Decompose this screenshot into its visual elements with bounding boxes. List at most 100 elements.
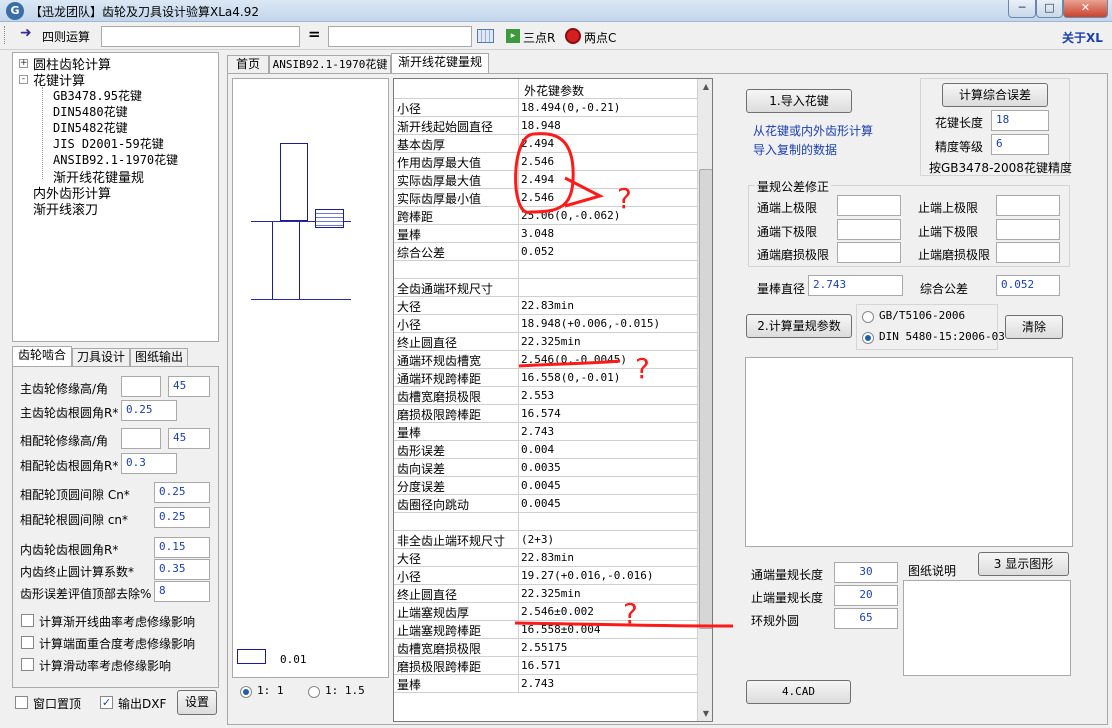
tree-item-din5480[interactable]: DIN5480花键 — [53, 103, 128, 120]
main-tip-mod-height-input[interactable] — [121, 376, 161, 397]
calc-result-input[interactable] — [328, 26, 472, 47]
grade-input[interactable]: 6 — [991, 134, 1049, 155]
go-length-input[interactable]: 30 — [834, 562, 898, 583]
import-spline-button[interactable]: 1.导入花键 — [746, 89, 852, 113]
nogo-upper-input[interactable] — [996, 195, 1060, 216]
mate-tip-mod-height-input[interactable] — [121, 428, 161, 449]
std-gb-radio[interactable] — [862, 311, 874, 323]
grid-row-key: 量棒 — [397, 426, 422, 440]
check-curvature[interactable] — [21, 614, 34, 627]
center-line-lower — [251, 299, 351, 300]
tree-item-jis[interactable]: JIS D2001-59花键 — [53, 135, 164, 152]
mate-tip-mod-angle-input[interactable]: 45 — [168, 428, 210, 449]
nogo-lower-label: 止端下极限 — [918, 225, 979, 239]
std-din-label: DIN 5480-15:2006-03 — [879, 330, 1005, 343]
grid-row-value[interactable]: 18.494(0,-0.21) — [521, 101, 620, 114]
tab-drawing-output[interactable]: 图纸输出 — [130, 348, 188, 367]
grid-row-key: 大径 — [397, 300, 422, 314]
grid-row[interactable]: 量棒 2.743 — [394, 675, 712, 693]
tree-item-hob[interactable]: 渐开线滚刀 — [33, 199, 98, 218]
tip-clearance-label: 相配轮顶圆间隙 Cn* — [20, 488, 130, 502]
check-window-top[interactable] — [15, 696, 28, 709]
about-link[interactable]: 关于XL — [1062, 29, 1103, 46]
grid-row[interactable]: 齿槽宽磨损极限 2.55175 — [394, 639, 712, 657]
tab-ansi[interactable]: ANSIB92.1-1970花键 — [269, 55, 391, 74]
calc-expression-input[interactable] — [101, 26, 300, 47]
internal-root-r-input[interactable]: 0.15 — [154, 537, 210, 558]
drawing-note-textarea[interactable] — [903, 580, 1071, 676]
gauge-tooth-upper — [280, 143, 308, 221]
grid-row-key: 止端塞规齿厚 — [397, 606, 470, 620]
tab-tool-design[interactable]: 刀具设计 — [72, 348, 130, 367]
settings-button[interactable]: 设置 — [177, 690, 217, 715]
grid-row-value[interactable]: 2.743 — [521, 677, 554, 690]
pin-diameter-input[interactable]: 2.743 — [808, 275, 903, 296]
nogo-wear-input[interactable] — [996, 242, 1060, 263]
check-export-dxf[interactable]: ✓ — [100, 696, 113, 709]
check-slide-rate[interactable] — [21, 658, 34, 671]
grid-row-key: 通端环规跨棒距 — [397, 372, 482, 386]
ring-od-label: 环规外圆 — [751, 614, 800, 628]
tab-gear-mesh[interactable]: 齿轮啮合 — [12, 346, 72, 367]
spline-length-input[interactable]: 18 — [991, 110, 1049, 131]
tree-item-din5482[interactable]: DIN5482花键 — [53, 119, 128, 136]
clear-button[interactable]: 清除 — [1005, 315, 1063, 339]
root-clearance-input[interactable]: 0.25 — [154, 507, 210, 528]
check-contact-ratio[interactable] — [21, 636, 34, 649]
three-point-button[interactable]: 三点R — [523, 29, 555, 46]
grid-row-key: 小径 — [397, 570, 422, 584]
ratio-1-label: 1: 1 — [257, 684, 284, 697]
three-point-icon[interactable]: ▸ — [506, 29, 520, 43]
gauge-tooth-lower — [272, 221, 300, 300]
tree-item-gb3478[interactable]: GB3478.95花键 — [53, 87, 142, 104]
std-din-radio[interactable] — [862, 332, 874, 344]
scroll-down-icon[interactable]: ▼ — [699, 706, 712, 721]
result-textarea[interactable] — [745, 357, 1073, 547]
calc-gauge-button[interactable]: 2.计算量规参数 — [746, 314, 852, 338]
nogo-length-input[interactable]: 20 — [834, 585, 898, 606]
ratio-1-5-radio[interactable] — [308, 686, 320, 698]
two-point-button[interactable]: 两点C — [584, 29, 616, 46]
grid-row-key: 小径 — [397, 102, 422, 116]
question-mark-2: ? — [635, 352, 650, 385]
scroll-up-icon[interactable]: ▲ — [699, 79, 712, 95]
two-point-icon[interactable] — [565, 28, 581, 44]
tip-clearance-input[interactable]: 0.25 — [154, 482, 210, 503]
tab-home[interactable]: 首页 — [227, 55, 269, 74]
collapse-toggle[interactable]: - — [19, 75, 28, 84]
ring-od-input[interactable]: 65 — [834, 608, 898, 629]
toolbar-grip — [4, 26, 8, 44]
tree-item-ansi[interactable]: ANSIB92.1-1970花键 — [53, 151, 178, 168]
grid-row[interactable]: 小径 18.494(0,-0.21) — [394, 99, 712, 117]
main-tip-mod-angle-input[interactable]: 45 — [168, 376, 210, 397]
go-wear-input[interactable] — [837, 242, 901, 263]
maximize-button[interactable]: □ — [1036, 0, 1063, 18]
go-upper-input[interactable] — [837, 195, 901, 216]
ratio-1-radio[interactable] — [240, 686, 252, 698]
show-figure-button[interactable]: 3 显示图形 — [978, 552, 1069, 576]
error-removal-input[interactable]: 8 — [154, 581, 210, 602]
nogo-lower-input[interactable] — [996, 219, 1060, 240]
total-tol-input[interactable]: 0.052 — [996, 275, 1060, 296]
grid-row-key: 齿槽宽磨损极限 — [397, 642, 482, 656]
cad-button[interactable]: 4.CAD — [746, 680, 851, 704]
grid-row-value[interactable]: 16.571 — [521, 659, 561, 672]
grid-row-key: 量棒 — [397, 228, 422, 242]
grid-row-key: 终止圆直径 — [397, 588, 458, 602]
minimize-button[interactable]: ─ — [1008, 0, 1036, 18]
import-hint-2: 导入复制的数据 — [753, 143, 838, 157]
expand-toggle[interactable]: + — [19, 59, 28, 68]
grid-row-value[interactable]: 2.55175 — [521, 641, 567, 654]
go-lower-input[interactable] — [837, 219, 901, 240]
grid-row[interactable]: 磨损极限跨棒距 16.571 — [394, 657, 712, 675]
function-tree[interactable]: + 圆柱齿轮计算 - 花键计算 GB3478.95花键 DIN5480花键 DI… — [12, 52, 219, 342]
calculator-icon[interactable] — [477, 29, 494, 43]
internal-end-coef-input[interactable]: 0.35 — [154, 559, 210, 580]
main-root-r-input[interactable]: 0.25 — [121, 400, 177, 421]
window-title: 【迅龙团队】齿轮及刀具设计验算XLa4.92 — [30, 5, 259, 19]
tab-gauge[interactable]: 渐开线花键量规 — [391, 53, 489, 74]
close-button[interactable]: ✕ — [1063, 0, 1108, 18]
calc-total-error-button[interactable]: 计算综合误差 — [942, 83, 1048, 107]
mate-root-r-input[interactable]: 0.3 — [121, 453, 177, 474]
grid-row-key: 作用齿厚最大值 — [397, 156, 482, 170]
